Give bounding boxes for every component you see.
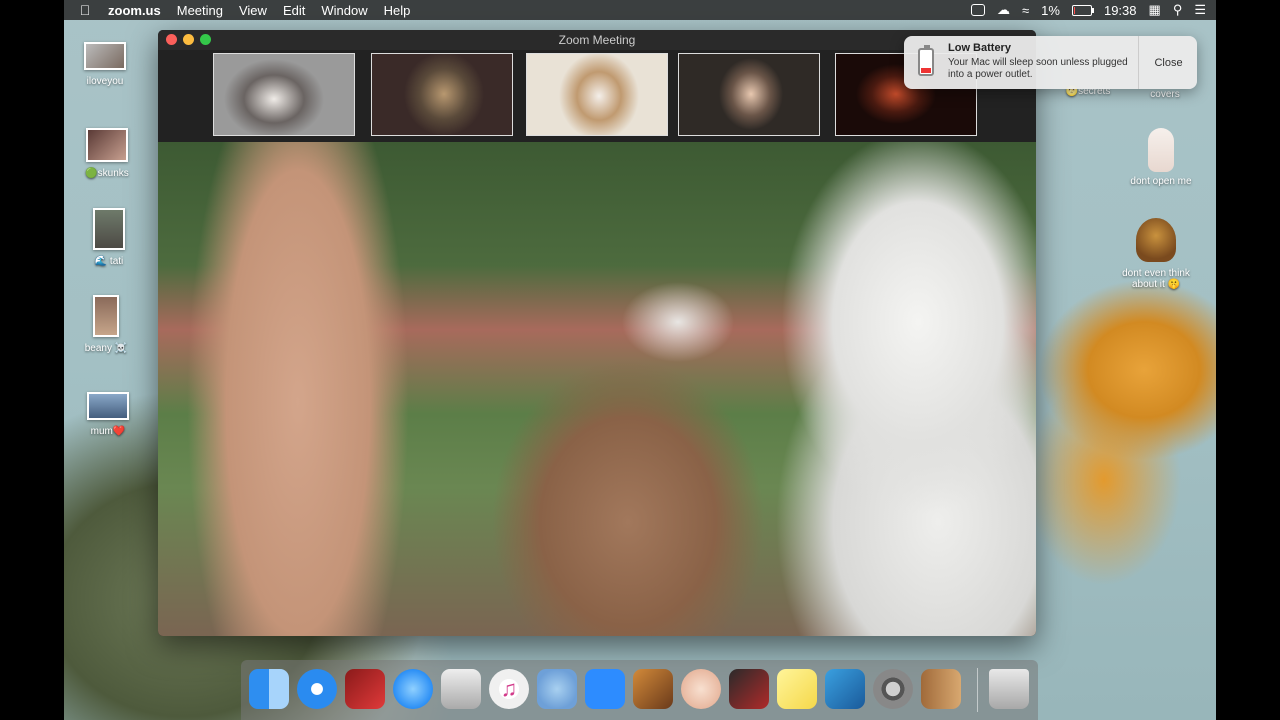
low-battery-notification: Low Battery Your Mac will sleep soon unl… [904, 36, 1197, 89]
desktop-icon-label: dont open me [1130, 176, 1192, 187]
finder-icon[interactable] [249, 669, 289, 709]
inkscape-icon[interactable] [441, 669, 481, 709]
apple-menu-icon[interactable]:  [70, 2, 100, 18]
zoom-meeting-window: Zoom Meeting [158, 30, 1036, 636]
menu-bar:  zoom.us Meeting View Edit Window Help … [64, 0, 1216, 20]
garageband-icon[interactable] [633, 669, 673, 709]
desktop-icon-label: covers [1150, 89, 1180, 100]
folder-thumbnail [84, 42, 126, 70]
desktop-icon-label: iloveyou [86, 76, 124, 87]
desktop-icon-label: beany ☠️ [84, 343, 128, 354]
zoom-icon[interactable] [585, 669, 625, 709]
lion-icon [1136, 218, 1176, 262]
contacts-icon[interactable] [921, 669, 961, 709]
notification-close-button[interactable]: Close [1138, 36, 1198, 89]
participant-tile[interactable] [678, 53, 820, 136]
active-speaker-video[interactable] [158, 142, 1036, 636]
desktop-icon-dont-open-me[interactable]: dont open me [1116, 128, 1206, 187]
close-window-button[interactable] [166, 34, 177, 45]
trash-icon[interactable] [989, 669, 1029, 709]
participant-tile[interactable] [371, 53, 513, 136]
menu-meeting[interactable]: Meeting [169, 3, 231, 18]
menu-clock[interactable]: 19:38 [1104, 3, 1137, 18]
letterbox-left [0, 0, 64, 720]
safari-icon[interactable] [297, 669, 337, 709]
wifi-icon[interactable]: ≈ [1022, 3, 1029, 18]
app-menu[interactable]: zoom.us [100, 3, 169, 18]
dock-separator [977, 668, 978, 712]
desktop-icon-label: 🌊 tati [94, 256, 124, 267]
folder-thumbnail [86, 128, 128, 162]
photo-editor-icon[interactable] [729, 669, 769, 709]
stickies-icon[interactable] [777, 669, 817, 709]
dock: ♫ [241, 660, 1038, 720]
notification-center-icon[interactable]: ☰ [1194, 2, 1206, 18]
search-icon[interactable]: ⚲ [1173, 2, 1183, 18]
window-title: Zoom Meeting [558, 33, 636, 47]
desktop-icon-covers[interactable]: covers [1120, 89, 1210, 100]
folder-thumbnail [87, 392, 129, 420]
desktop-icon-tati[interactable]: 🌊 tati [64, 208, 154, 267]
minimize-window-button[interactable] [183, 34, 194, 45]
notification-body: Your Mac will sleep soon unless plugged … [948, 57, 1128, 80]
battery-percent[interactable]: 1% [1041, 3, 1060, 18]
folder-thumbnail [93, 208, 125, 250]
system-preferences-icon[interactable] [873, 669, 913, 709]
battery-icon[interactable] [1071, 4, 1094, 16]
participant-tile[interactable] [526, 53, 668, 136]
battery-warning-icon [918, 45, 934, 76]
photo-booth-icon[interactable] [345, 669, 385, 709]
notification-title: Low Battery [948, 42, 1011, 54]
desktop-icon-beany[interactable]: beany ☠️ [61, 295, 151, 354]
desktop-icon-label: 🟢skunks [85, 168, 129, 179]
participant-tile[interactable] [213, 53, 355, 136]
calendar-icon[interactable]: ▦ [1149, 2, 1161, 18]
messages-icon[interactable] [393, 669, 433, 709]
menu-view[interactable]: View [231, 3, 275, 18]
memoji-icon[interactable] [681, 669, 721, 709]
menu-edit[interactable]: Edit [275, 3, 313, 18]
folder-thumbnail [93, 295, 119, 337]
desktop-icon-mum[interactable]: mum❤️ [63, 392, 153, 437]
zoom-window-button[interactable] [200, 34, 211, 45]
desktop-icon-label: dont even think about it 🤫 [1122, 268, 1190, 290]
menu-window[interactable]: Window [313, 3, 375, 18]
preview-icon[interactable] [825, 669, 865, 709]
menu-help[interactable]: Help [376, 3, 419, 18]
desktop-icon-skunks[interactable]: 🟢skunks [62, 128, 152, 179]
music-icon[interactable]: ♫ [489, 669, 529, 709]
desktop-icon-dont-even-think-about-it[interactable]: dont even think about it 🤫 [1111, 218, 1201, 290]
letterbox-right [1216, 0, 1280, 720]
desktop-icon-label: mum❤️ [90, 426, 126, 437]
zoom-status-icon[interactable] [971, 4, 986, 16]
sequel-pro-icon[interactable] [537, 669, 577, 709]
creative-cloud-icon[interactable]: ☁ [997, 2, 1010, 18]
bunny-icon [1148, 128, 1174, 172]
desktop-icon-iloveyou[interactable]: iloveyou [60, 42, 150, 87]
